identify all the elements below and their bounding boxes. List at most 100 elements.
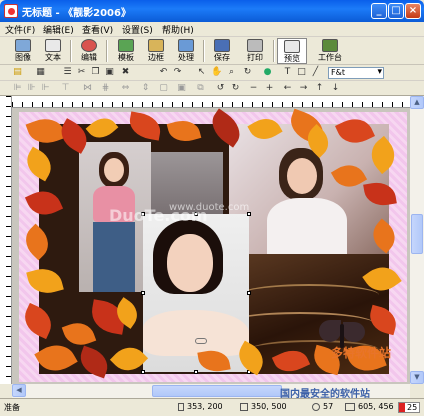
redo-icon[interactable]: ↷ [172, 67, 183, 78]
workbench-icon [322, 39, 338, 52]
zoom-level: 57 [323, 402, 334, 411]
main-toolbar: 图像 文本 编辑 模板 边框 处理 保存 打印 预览 工作台 [0, 37, 424, 65]
page-badge: 25 [398, 402, 420, 413]
save-button[interactable]: 保存 [207, 38, 237, 64]
move-down-icon[interactable]: ↓ [330, 83, 341, 94]
title-bar: 无标题 - 《靓影2006》 _ □ × [0, 0, 424, 22]
edit-icon [81, 39, 97, 52]
template-button[interactable]: 模板 [111, 38, 141, 64]
align-right-icon[interactable]: ⊩ [40, 83, 51, 94]
line-tool-icon[interactable]: ╱ [310, 67, 321, 78]
vertical-scroll-thumb[interactable] [411, 214, 423, 254]
status-bar: 准备 353, 200 350, 500 57 605, 456 25 [0, 398, 424, 416]
horizontal-ruler [12, 96, 410, 108]
zoom-icon [312, 403, 320, 411]
shrink-icon[interactable]: − [248, 83, 259, 94]
vertical-scrollbar[interactable]: ▲ ▼ [410, 96, 424, 384]
minimize-button[interactable]: _ [371, 3, 387, 19]
color-tool-icon[interactable]: ● [262, 67, 273, 78]
scroll-up-button[interactable]: ▲ [410, 96, 424, 109]
workbench-button-label: 工作台 [318, 53, 342, 62]
menu-file[interactable]: 文件(F) [5, 23, 35, 36]
canvas-page[interactable]: DuoTe.com www.duote.com 多特软件站 [18, 108, 407, 382]
align-top-icon[interactable]: ⊤ [60, 83, 71, 94]
menu-view[interactable]: 查看(V) [82, 23, 113, 36]
align-icon[interactable]: ☰ [62, 67, 73, 78]
process-button-label: 处理 [178, 53, 194, 62]
object-size-icon [240, 403, 248, 411]
cut-icon[interactable]: ✂ [76, 67, 87, 78]
app-icon[interactable] [4, 4, 18, 18]
page-badge-value: 25 [407, 403, 418, 412]
frame-button[interactable]: 边框 [141, 38, 171, 64]
toolbar-separator [70, 40, 72, 62]
text-button[interactable]: 文本 [38, 38, 68, 64]
hand-tool-icon[interactable]: ✋ [211, 67, 222, 78]
maximize-button[interactable]: □ [388, 3, 404, 19]
toolbar-separator [273, 40, 275, 62]
text-tool-icon[interactable]: T [282, 67, 293, 78]
menu-help[interactable]: 帮助(H) [162, 23, 194, 36]
menu-edit[interactable]: 编辑(E) [43, 23, 74, 36]
photo-center-selected[interactable] [141, 212, 251, 374]
distribute-v-icon[interactable]: ⋕ [100, 83, 111, 94]
menu-settings[interactable]: 设置(S) [122, 23, 153, 36]
text-button-label: 文本 [45, 53, 61, 62]
menu-bar: 文件(F) 编辑(E) 查看(V) 设置(S) 帮助(H) [0, 22, 424, 37]
horizontal-scrollbar[interactable]: ◀ 国内最安全的软件站 [12, 384, 410, 400]
ungroup-icon[interactable]: ▣ [176, 83, 187, 94]
canvas-size: 605, 456 [358, 402, 394, 411]
rotate-right-icon[interactable]: ↻ [230, 83, 241, 94]
group-icon[interactable]: ▢ [158, 83, 169, 94]
distribute-h-icon[interactable]: ⋈ [82, 83, 93, 94]
zoom-tool-icon[interactable]: ⌕ [226, 67, 237, 78]
cursor-pos-icon [178, 403, 184, 411]
select-tool-icon[interactable]: ↖ [196, 67, 207, 78]
print-button[interactable]: 打印 [240, 38, 270, 64]
workbench-button[interactable]: 工作台 [313, 38, 347, 64]
horizontal-scroll-thumb[interactable] [152, 385, 282, 397]
move-left-icon[interactable]: ← [282, 83, 293, 94]
same-width-icon[interactable]: ⇔ [120, 83, 131, 94]
copy-icon[interactable]: ❐ [90, 67, 101, 78]
grid-icon[interactable]: ▦ [35, 67, 46, 78]
same-height-icon[interactable]: ⇕ [140, 83, 151, 94]
enlarge-icon[interactable]: + [264, 83, 275, 94]
order-icon[interactable]: ⧉ [195, 83, 206, 94]
process-button[interactable]: 处理 [171, 38, 201, 64]
rotate-left-icon[interactable]: ↺ [215, 83, 226, 94]
image-button-label: 图像 [15, 53, 31, 62]
align-left-icon[interactable]: ⊫ [12, 83, 23, 94]
frame-button-label: 边框 [148, 53, 164, 62]
process-icon [178, 39, 194, 52]
status-text: 准备 [4, 403, 20, 412]
scroll-down-button[interactable]: ▼ [410, 371, 424, 384]
delete-icon[interactable]: ✖ [120, 67, 131, 78]
preview-button[interactable]: 预览 [277, 38, 307, 64]
watermark-brand: 多特软件站 [331, 346, 392, 360]
print-icon [247, 39, 263, 52]
shape-tool-icon[interactable]: □ [296, 67, 307, 78]
toolbar-separator [203, 40, 205, 62]
new-icon[interactable]: ▤ [12, 67, 23, 78]
align-center-icon[interactable]: ⊪ [26, 83, 37, 94]
vertical-ruler [0, 96, 12, 384]
arrange-toolbar: ⊫ ⊪ ⊩ ⊤ ⋈ ⋕ ⇔ ⇕ ▢ ▣ ⧉ ↺ ↻ − + ← → ↑ ↓ [0, 81, 424, 96]
paste-icon[interactable]: ▣ [104, 67, 115, 78]
image-button[interactable]: 图像 [8, 38, 38, 64]
preview-icon [284, 40, 300, 53]
close-button[interactable]: × [405, 3, 421, 19]
move-right-icon[interactable]: → [298, 83, 309, 94]
move-up-icon[interactable]: ↑ [314, 83, 325, 94]
font-select[interactable]: F&t [328, 67, 384, 79]
text-icon [45, 39, 61, 52]
template-icon [118, 39, 134, 52]
scroll-left-button[interactable]: ◀ [12, 384, 26, 397]
save-button-label: 保存 [214, 53, 230, 62]
frame-icon [148, 39, 164, 52]
edit-button[interactable]: 编辑 [74, 38, 104, 64]
undo-icon[interactable]: ↶ [158, 67, 169, 78]
print-button-label: 打印 [247, 53, 263, 62]
toolbar-separator [106, 40, 108, 62]
rotate-tool-icon[interactable]: ↻ [242, 67, 253, 78]
